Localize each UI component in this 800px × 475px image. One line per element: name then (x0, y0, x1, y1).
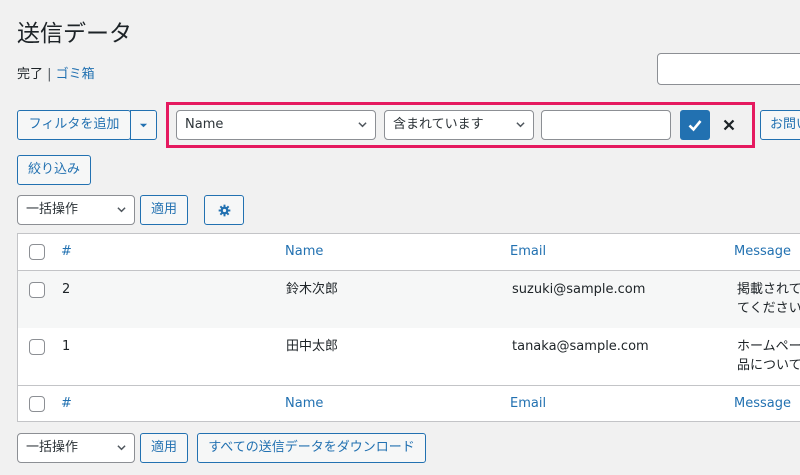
filter-operator-select[interactable]: 含まれています (384, 110, 534, 140)
view-trash[interactable]: ゴミ箱 (56, 67, 95, 82)
column-name[interactable]: Name (285, 243, 323, 261)
settings-button[interactable] (204, 195, 244, 225)
chevron-down-icon (117, 207, 126, 213)
chevron-down-icon (516, 122, 525, 128)
filter-value-input[interactable] (541, 110, 671, 140)
select-all-checkbox-footer[interactable] (29, 396, 45, 412)
row-message: 掲載されて てください (737, 282, 800, 316)
column-name[interactable]: Name (285, 395, 323, 413)
table-header: # Name Email Message (18, 234, 800, 271)
table-row: 2 鈴木次郎 suzuki@sample.com 掲載されて てください (18, 271, 800, 328)
row-email: tanaka@sample.com (512, 339, 649, 354)
column-message[interactable]: Message (734, 395, 791, 413)
table-row: 1 田中太郎 tanaka@sample.com ホームペー 品について (18, 328, 800, 385)
caret-down-icon (139, 123, 148, 128)
bulk-apply-button-top[interactable]: 適用 (140, 195, 188, 225)
narrow-button[interactable]: 絞り込み (17, 155, 91, 185)
column-message[interactable]: Message (734, 243, 791, 261)
filter-apply-button[interactable] (680, 110, 710, 140)
gear-icon (218, 204, 230, 217)
row-name: 鈴木次郎 (286, 282, 339, 297)
filter-field-select[interactable]: Name (176, 110, 376, 140)
row-id: 2 (62, 282, 71, 297)
page-title: 送信データ (17, 21, 132, 47)
select-all-checkbox[interactable] (29, 244, 45, 260)
row-checkbox[interactable] (29, 339, 45, 355)
view-links: 完了 | ゴミ箱 (17, 67, 95, 82)
row-email: suzuki@sample.com (512, 282, 646, 297)
column-email[interactable]: Email (510, 395, 546, 413)
chevron-down-icon (358, 122, 367, 128)
chevron-down-icon (117, 445, 126, 451)
column-id[interactable]: # (61, 243, 72, 261)
bulk-apply-button-bottom[interactable]: 適用 (140, 433, 188, 463)
view-done[interactable]: 完了 (17, 67, 43, 82)
row-message: ホームペー 品について (737, 339, 800, 373)
submissions-table: # Name Email Message 2 鈴木次郎 suzuki@sampl… (17, 233, 800, 422)
column-id[interactable]: # (61, 395, 72, 413)
bulk-action-select-top[interactable]: 一括操作 (17, 195, 135, 225)
row-checkbox[interactable] (29, 282, 45, 298)
search-input[interactable] (657, 53, 800, 85)
download-all-button[interactable]: すべての送信データをダウンロード (197, 433, 426, 463)
bulk-action-select-bottom[interactable]: 一括操作 (17, 433, 135, 463)
filter-clear-button[interactable] (718, 110, 740, 140)
check-icon (688, 120, 702, 132)
add-filter-button[interactable]: フィルタを追加 (17, 110, 131, 140)
partial-button[interactable]: お問い (760, 110, 800, 140)
row-id: 1 (62, 339, 71, 354)
row-name: 田中太郎 (286, 339, 339, 354)
table-footer: # Name Email Message (18, 385, 800, 422)
column-email[interactable]: Email (510, 243, 546, 261)
close-icon (723, 119, 735, 131)
add-filter-dropdown-button[interactable] (130, 110, 157, 140)
